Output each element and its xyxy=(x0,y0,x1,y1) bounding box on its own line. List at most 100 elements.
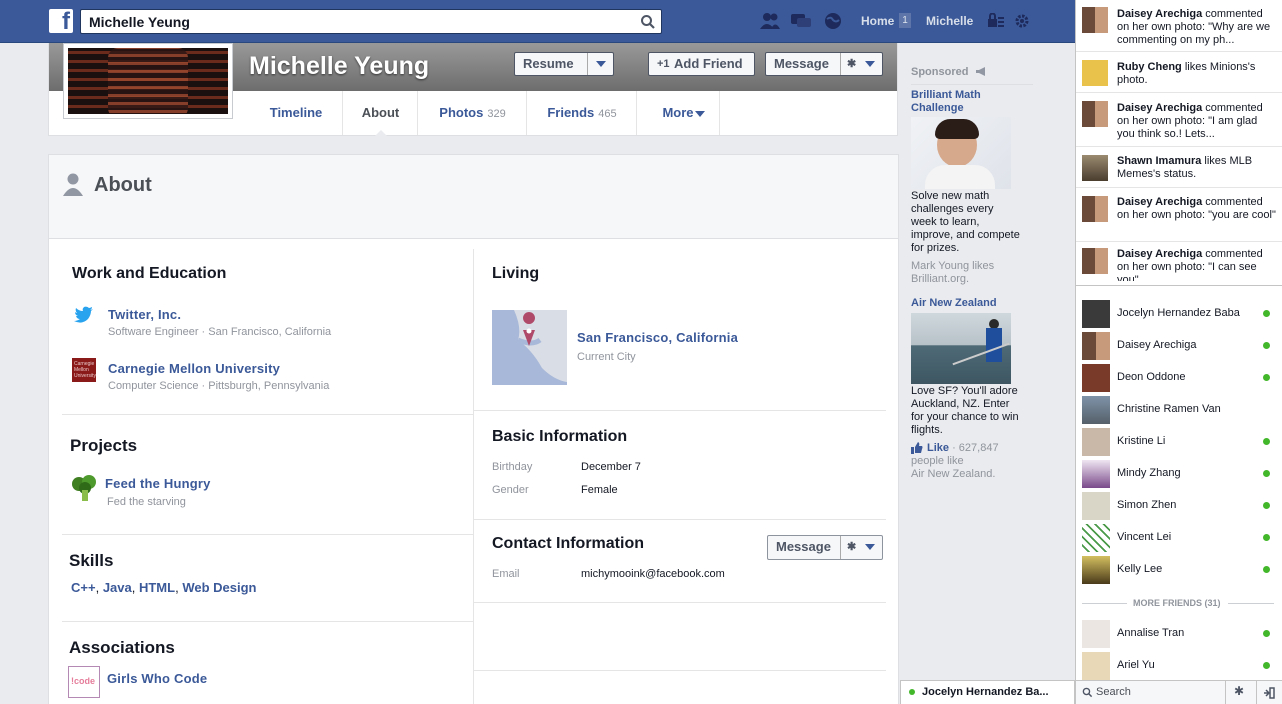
map-thumbnail[interactable] xyxy=(492,310,567,385)
profile-picture[interactable] xyxy=(63,43,233,119)
message-button[interactable]: Message ✱ xyxy=(765,52,883,76)
friend-name: Annalise Tran xyxy=(1117,627,1185,639)
avatar xyxy=(1082,652,1110,680)
chat-friend[interactable]: Kristine Li xyxy=(1076,426,1282,458)
cmu-logo-icon[interactable]: Carnegie Mellon University xyxy=(72,358,96,382)
chat-search-bar[interactable]: Search ✱ xyxy=(1076,680,1282,704)
facebook-logo-icon[interactable]: f xyxy=(49,8,73,35)
ticker-item[interactable]: Daisey Arechiga commented on her own pho… xyxy=(1076,189,1282,242)
search-icon[interactable] xyxy=(640,14,656,30)
divider xyxy=(474,519,886,520)
tab-friends[interactable]: Friends 465 xyxy=(526,91,637,135)
chat-settings-gear-icon[interactable]: ✱ xyxy=(1234,684,1244,698)
friend-requests-icon[interactable] xyxy=(759,11,781,31)
chevron-down-icon[interactable] xyxy=(587,53,613,75)
skill-link[interactable]: Java xyxy=(103,580,132,595)
ticker-text: Daisey Arechiga commented on her own pho… xyxy=(1117,196,1276,221)
chat-friend[interactable]: Daisey Arechiga xyxy=(1076,330,1282,362)
twitter-logo-icon[interactable] xyxy=(74,306,94,324)
search-input[interactable]: Michelle Yeung xyxy=(80,9,662,34)
broccoli-icon[interactable] xyxy=(70,474,100,502)
divider xyxy=(911,84,1033,85)
chat-friend[interactable]: Simon Zhen xyxy=(1076,490,1282,522)
ticker-item[interactable]: Daisey Arechiga commented on her own pho… xyxy=(1076,243,1282,285)
add-friend-button[interactable]: +1 Add Friend xyxy=(648,52,755,76)
resume-button[interactable]: Resume xyxy=(514,52,614,76)
friend-name: Deon Oddone xyxy=(1117,371,1186,383)
avatar xyxy=(1082,428,1110,456)
gear-menu-icon[interactable]: ✱ xyxy=(840,536,882,559)
profile-link[interactable]: Michelle xyxy=(926,14,973,28)
skill-link[interactable]: C++ xyxy=(71,580,96,595)
contact-message-button[interactable]: Message ✱ xyxy=(767,535,883,560)
ad-title-brilliant[interactable]: Brilliant Math Challenge xyxy=(911,89,1011,115)
sponsored-label: Sponsored xyxy=(911,66,969,78)
add-friend-icon: +1 xyxy=(657,58,670,70)
chat-tab[interactable]: Jocelyn Hernandez Ba... xyxy=(900,680,1075,704)
divider xyxy=(1225,681,1226,704)
ad-like-link[interactable]: Like xyxy=(927,442,949,454)
chat-friend[interactable]: Deon Oddone xyxy=(1076,362,1282,394)
chat-search-label[interactable]: Search xyxy=(1096,686,1131,698)
messages-icon[interactable] xyxy=(790,11,812,31)
chat-friend[interactable]: Christine Ramen Van xyxy=(1076,394,1282,426)
thumbs-up-icon[interactable] xyxy=(911,442,923,454)
more-friends-label: MORE FRIENDS (31) xyxy=(1133,598,1221,608)
work-item-twitter-detail: Software Engineer · San Francisco, Calif… xyxy=(108,326,332,338)
tab-photos[interactable]: Photos 329 xyxy=(417,91,527,135)
notifications-globe-icon[interactable] xyxy=(822,11,844,31)
work-item-twitter[interactable]: Twitter, Inc. xyxy=(108,307,181,322)
avatar xyxy=(1082,620,1110,648)
privacy-shortcuts-icon[interactable] xyxy=(987,13,1005,29)
hide-sidebar-icon[interactable] xyxy=(1263,687,1275,699)
divider xyxy=(62,414,473,415)
ticker-item[interactable]: Daisey Arechiga commented on her own pho… xyxy=(1076,0,1282,52)
email-value[interactable]: michymooink@facebook.com xyxy=(581,568,725,580)
skills-title: Skills xyxy=(69,551,114,570)
chat-friend[interactable]: Annalise Tran xyxy=(1076,618,1282,650)
settings-gear-icon[interactable] xyxy=(1014,13,1030,29)
chat-friend[interactable]: Kelly Lee xyxy=(1076,554,1282,586)
divider xyxy=(1082,603,1127,604)
current-city-link[interactable]: San Francisco, California xyxy=(577,330,738,345)
ad-image-brilliant[interactable] xyxy=(911,117,1011,189)
association-girls-who-code[interactable]: Girls Who Code xyxy=(107,671,207,686)
project-feed-the-hungry[interactable]: Feed the Hungry xyxy=(105,476,211,491)
basic-info-title: Basic Information xyxy=(492,428,628,445)
skill-link[interactable]: HTML xyxy=(139,580,175,595)
current-city-label: Current City xyxy=(577,351,636,363)
work-item-cmu[interactable]: Carnegie Mellon University xyxy=(108,361,280,376)
avatar xyxy=(1082,556,1110,584)
tab-about[interactable]: About xyxy=(342,91,418,135)
chat-friend[interactable]: Ariel Yu xyxy=(1076,650,1282,682)
chat-friend[interactable]: Jocelyn Hernandez Baba xyxy=(1076,298,1282,330)
profile-name[interactable]: Michelle Yeung xyxy=(249,52,429,81)
ad-like-row: Like · 627,847 xyxy=(927,442,999,454)
tab-timeline[interactable]: Timeline xyxy=(249,91,343,135)
ticker-item[interactable]: Ruby Cheng likes Minions's photo. xyxy=(1076,53,1282,93)
ad-social-air-nz-2: Air New Zealand. xyxy=(911,468,996,480)
chat-friend[interactable]: Vincent Lei xyxy=(1076,522,1282,554)
ad-social-brilliant: Mark Young likes Brilliant.org. xyxy=(911,260,995,285)
online-status-icon xyxy=(1263,566,1270,573)
ad-title-air-nz[interactable]: Air New Zealand xyxy=(911,297,1021,310)
tab-more[interactable]: More xyxy=(636,91,720,135)
photos-count: 329 xyxy=(487,108,506,120)
online-status-icon xyxy=(909,689,915,695)
online-status-icon xyxy=(1263,470,1270,477)
chat-friend[interactable]: Mindy Zhang xyxy=(1076,458,1282,490)
ticker-text: Ruby Cheng likes Minions's photo. xyxy=(1117,61,1256,86)
skill-link[interactable]: Web Design xyxy=(182,580,256,595)
girls-who-code-logo-icon[interactable]: !code xyxy=(68,666,100,698)
ticker-text: Daisey Arechiga commented on her own pho… xyxy=(1117,102,1263,140)
active-tab-indicator xyxy=(375,130,387,136)
ticker-item[interactable]: Shawn Imamura likes MLB Memes's status. xyxy=(1076,148,1282,188)
gender-value: Female xyxy=(581,484,618,496)
ad-image-air-nz[interactable] xyxy=(911,313,1011,384)
online-status-icon xyxy=(1263,438,1270,445)
ticker-item[interactable]: Daisey Arechiga commented on her own pho… xyxy=(1076,94,1282,147)
home-link[interactable]: Home xyxy=(861,14,894,28)
search-input-value[interactable]: Michelle Yeung xyxy=(89,14,190,30)
gear-menu-icon[interactable]: ✱ xyxy=(840,53,882,75)
column-divider xyxy=(473,249,474,704)
